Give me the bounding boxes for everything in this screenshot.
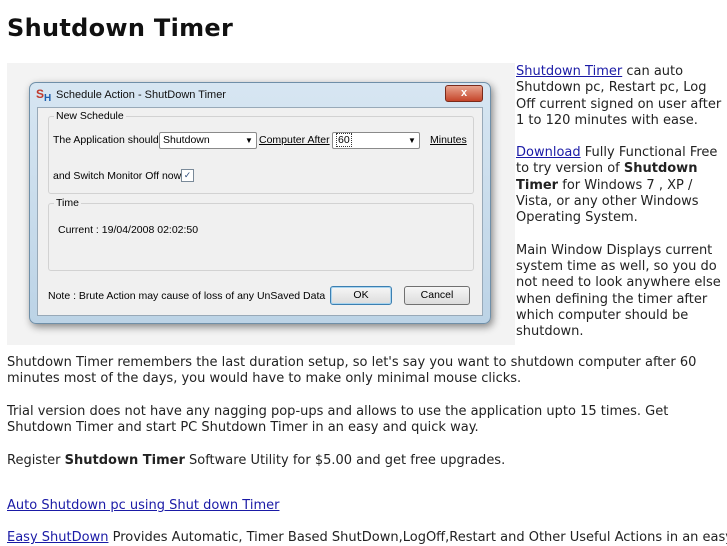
action-select[interactable]: Shutdown ▼ <box>159 132 257 149</box>
action-value: Shutdown <box>163 134 210 146</box>
side-paragraph-2: Download Fully Functional Free to try ve… <box>516 145 718 226</box>
side-description: Shutdown Timer can auto Shutdown pc, Res… <box>516 64 722 356</box>
close-button[interactable]: x <box>445 85 483 102</box>
ok-button[interactable]: OK <box>330 286 392 305</box>
monitor-off-label: and Switch Monitor Off now <box>53 170 182 182</box>
app-should-label: The Application should <box>53 134 159 146</box>
minutes-select[interactable]: 60 ▼ <box>332 132 420 149</box>
auto-shutdown-link-row: Auto Shutdown pc using Shut down Timer <box>7 498 723 514</box>
auto-shutdown-link[interactable]: Auto Shutdown pc using Shut down Timer <box>7 498 279 513</box>
dialog-client: New Schedule The Application should Shut… <box>37 107 483 316</box>
side-paragraph-3: Main Window Displays current system time… <box>516 242 721 340</box>
dialog-title: Schedule Action - ShutDown Timer <box>56 89 226 101</box>
current-time: Current : 19/04/2008 02:02:50 <box>58 224 199 236</box>
download-link[interactable]: Download <box>516 145 581 160</box>
monitor-off-checkbox[interactable]: ✓ <box>181 169 194 182</box>
dialog-titlebar: SH Schedule Action - ShutDown Timer x <box>30 83 490 107</box>
paragraph-remembers: Shutdown Timer remembers the last durati… <box>7 355 697 387</box>
minutes-value: 60 <box>336 133 352 147</box>
new-schedule-group: New Schedule The Application should Shut… <box>48 110 474 194</box>
page-title: Shutdown Timer <box>7 14 234 42</box>
cancel-button[interactable]: Cancel <box>404 286 470 305</box>
side-paragraph-1: Shutdown Timer can auto Shutdown pc, Res… <box>516 64 722 128</box>
time-group: Time Current : 19/04/2008 02:02:50 <box>48 197 474 271</box>
chevron-down-icon: ▼ <box>245 136 253 145</box>
shutdown-timer-link[interactable]: Shutdown Timer <box>516 64 622 79</box>
computer-after-label: Computer After <box>259 134 330 146</box>
chevron-down-icon: ▼ <box>408 136 416 145</box>
brute-action-note: Note : Brute Action may cause of loss of… <box>48 290 326 302</box>
easy-shutdown-row: Easy ShutDown Provides Automatic, Timer … <box>7 530 727 545</box>
easy-shutdown-link[interactable]: Easy ShutDown <box>7 530 108 545</box>
time-legend: Time <box>54 197 81 209</box>
schedule-dialog: SH Schedule Action - ShutDown Timer x Ne… <box>29 82 491 324</box>
app-logo-icon: SH <box>36 87 52 104</box>
paragraph-trial: Trial version does not have any nagging … <box>7 404 669 436</box>
minutes-label: Minutes <box>430 134 467 146</box>
paragraph-register: Register Shutdown Timer Software Utility… <box>7 453 506 468</box>
app-screenshot: SH Schedule Action - ShutDown Timer x Ne… <box>7 63 515 345</box>
new-schedule-legend: New Schedule <box>54 110 126 122</box>
